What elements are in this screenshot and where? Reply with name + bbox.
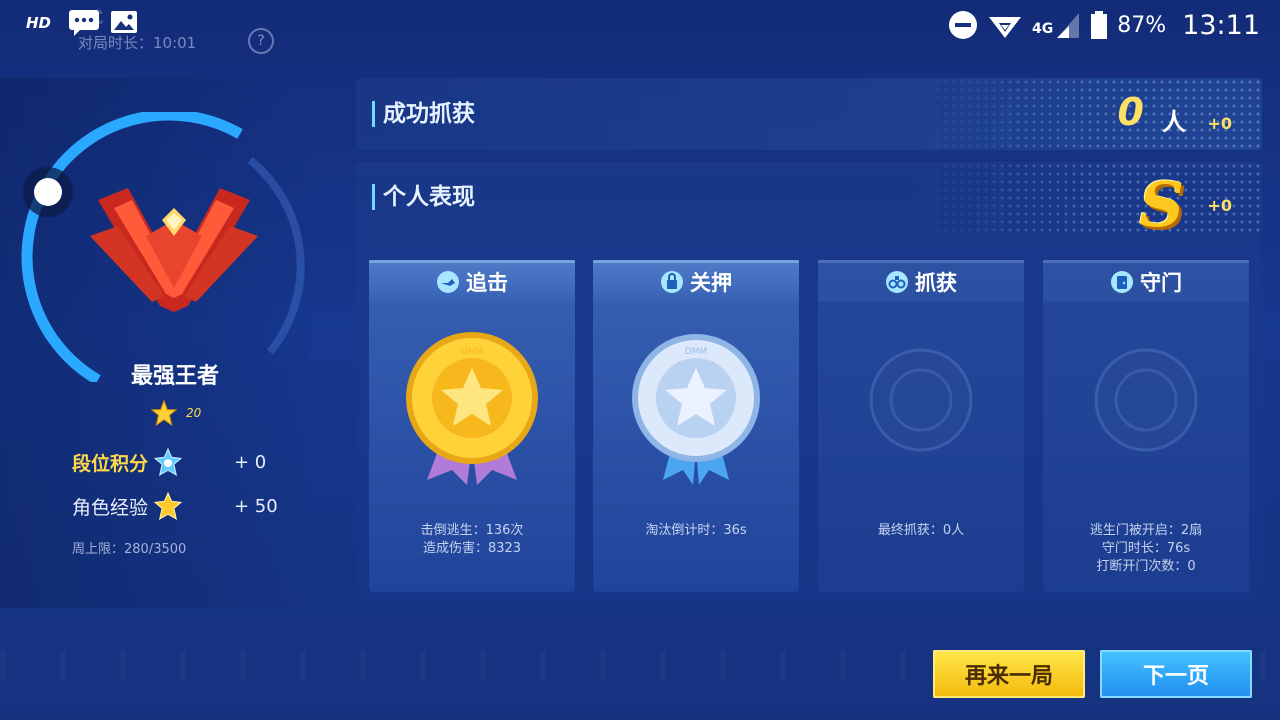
star-count: 20 (186, 406, 202, 420)
card-jail-stats: 淘汰倒计时：36s (593, 522, 799, 540)
status-bar: 式 对局时长：10:01 ? HD 4G 87% 13:11 (0, 0, 1280, 54)
stat-interrupts: 打断开门次数：0 (1096, 559, 1196, 574)
performance-title: 个人表现 (372, 184, 475, 210)
card-chase-label: 追击 (466, 271, 508, 295)
notification-icons (68, 9, 138, 37)
stat-knockdowns: 击倒逃生：136次 (420, 523, 524, 538)
rank-name: 最强王者 (130, 364, 219, 389)
battery-percent: 87% (1117, 12, 1167, 38)
performance-header (356, 162, 1262, 234)
silver-medal-icon: DMM (632, 334, 760, 485)
hd-indicator: HD (26, 14, 52, 32)
card-chase-stats: 击倒逃生：136次 造成伤害：8323 (369, 522, 575, 558)
stat-damage: 造成伤害：8323 (422, 541, 522, 556)
card-capture-header: 抓获 (818, 260, 1024, 301)
wifi-icon (989, 17, 1022, 38)
stat-elimination-countdown: 淘汰倒计时：36s (645, 523, 747, 538)
capture-count: 0 (1117, 90, 1144, 134)
empty-medal-icon (869, 348, 973, 452)
role-exp-value: + 50 (234, 495, 278, 517)
card-guard: 守门 逃生门被开启：2扇 守门时长：76s 打断开门次数：0 (1043, 260, 1249, 592)
stat-guard-time: 守门时长：76s (1101, 541, 1191, 556)
door-icon (1111, 271, 1133, 293)
help-icon[interactable]: ? (248, 28, 274, 54)
rank-points-icon (154, 448, 183, 476)
medal-text: DMM (685, 347, 707, 357)
exp-star-icon (154, 492, 183, 520)
card-guard-label: 守门 (1140, 271, 1182, 295)
clock: 13:11 (1182, 9, 1260, 41)
card-chase-header: 追击 (369, 260, 575, 301)
star-icon (150, 400, 178, 426)
card-jail-header: 关押 (593, 260, 799, 301)
rank-points-label: 段位积分 (72, 452, 149, 475)
do-not-disturb-icon (949, 11, 978, 39)
performance-grade: S (1139, 168, 1184, 241)
play-again-button[interactable]: 再来一局 (933, 650, 1085, 698)
empty-medal-icon (1094, 348, 1198, 452)
role-exp-label: 角色经验 (72, 496, 149, 519)
card-capture-label: 抓获 (915, 271, 957, 295)
background-stripe (0, 650, 1280, 680)
capture-delta: +0 (1207, 114, 1232, 133)
card-jail-label: 关押 (690, 271, 732, 295)
network-type: 4G (1032, 21, 1054, 37)
chase-icon (437, 271, 459, 293)
stat-final-captures: 最终抓获：0人 (877, 523, 965, 538)
card-jail: 关押 DMM 淘汰倒计时：36s (593, 260, 799, 592)
card-chase: 追击 DMM 击倒逃生：136次 造成伤害：8323 (369, 260, 575, 592)
weekly-limit: 周上限：280/3500 (72, 542, 187, 557)
rank-points-row: 段位积分 + 0 (72, 448, 266, 476)
capture-unit: 人 (1162, 108, 1186, 136)
system-status-icons: 4G 87% 13:11 (948, 8, 1260, 42)
card-capture: 抓获 最终抓获：0人 (818, 260, 1024, 592)
gold-medal: DMM (369, 330, 575, 494)
card-capture-stats: 最终抓获：0人 (818, 522, 1024, 540)
king-rank-emblem-icon (90, 188, 258, 312)
gold-medal-icon: DMM (406, 332, 538, 485)
rank-points-value: + 0 (234, 451, 267, 473)
capture-bar: 成功抓获 0 人 +0 (356, 78, 1262, 150)
card-guard-header: 守门 (1043, 260, 1249, 301)
empty-medal-slot (818, 330, 1024, 494)
card-guard-stats: 逃生门被开启：2扇 守门时长：76s 打断开门次数：0 (1043, 522, 1249, 576)
next-page-button[interactable]: 下一页 (1100, 650, 1252, 698)
performance-delta: +0 (1207, 196, 1232, 215)
handcuff-icon (886, 271, 908, 293)
message-icon (69, 10, 99, 36)
capture-title: 成功抓获 (372, 101, 475, 127)
role-exp-row: 角色经验 + 50 (72, 492, 278, 520)
stat-doors-opened: 逃生门被开启：2扇 (1089, 523, 1203, 538)
medal-text: DMM (461, 347, 483, 357)
empty-medal-slot (1043, 330, 1249, 494)
silver-medal: DMM (593, 330, 799, 494)
image-icon (111, 11, 137, 33)
signal-icon (1057, 13, 1080, 38)
lock-icon (661, 271, 683, 293)
rank-stars: 20 (150, 400, 201, 426)
battery-icon (1091, 11, 1108, 39)
